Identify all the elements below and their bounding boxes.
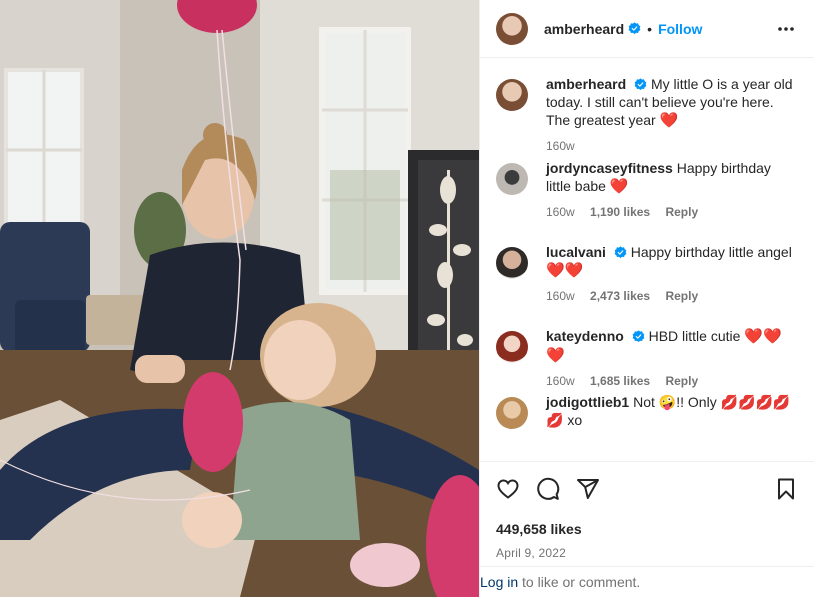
reply-button[interactable]: Reply: [665, 289, 698, 303]
caption-comment: amberheard My little O is a year old tod…: [496, 75, 798, 159]
verified-badge-icon: [614, 246, 627, 259]
login-prompt: Log in to like or comment.: [480, 566, 814, 597]
verified-badge-icon: [632, 330, 645, 343]
reply-button[interactable]: Reply: [665, 374, 698, 388]
comment-time[interactable]: 160w: [546, 374, 575, 388]
commenter-avatar[interactable]: [496, 397, 528, 429]
comment-emoji: ❤️: [659, 112, 679, 129]
comment-text: xo: [567, 412, 583, 428]
comment-body: jodigottlieb1 Not 🤪!! Only 💋💋💋💋💋 xo: [546, 393, 798, 429]
commenter-avatar[interactable]: [496, 247, 528, 279]
comment-body: amberheard My little O is a year old tod…: [546, 75, 798, 154]
comment-time[interactable]: 160w: [546, 139, 575, 153]
post-photo[interactable]: [0, 0, 479, 597]
comment-username[interactable]: kateydenno: [546, 328, 624, 344]
commenter-avatar[interactable]: [496, 331, 528, 363]
comment-text: !! Only: [676, 394, 717, 410]
reply-button[interactable]: Reply: [665, 205, 698, 219]
comments-list[interactable]: amberheard My little O is a year old tod…: [480, 59, 814, 461]
comment-item: lucalvani Happy birthday little angel ❤️…: [496, 243, 798, 327]
comment-meta: 160w: [546, 138, 798, 154]
comment-icon[interactable]: [536, 477, 560, 501]
share-icon[interactable]: [576, 477, 600, 501]
bookmark-icon[interactable]: [774, 477, 798, 501]
comment-time[interactable]: 160w: [546, 289, 575, 303]
separator-dot: •: [647, 20, 653, 37]
comment-body: jordyncaseyfitness Happy birthday little…: [546, 159, 798, 220]
commenter-avatar[interactable]: [496, 163, 528, 195]
comment-likes[interactable]: 2,473 likes: [590, 289, 650, 303]
comment-body: kateydenno HBD little cutie ❤️❤️❤️ 160w …: [546, 327, 798, 389]
comment-item: jordyncaseyfitness Happy birthday little…: [496, 159, 798, 243]
post-side-panel: amberheard • Follow amberheard My little…: [479, 0, 814, 597]
comment-item: kateydenno HBD little cutie ❤️❤️❤️ 160w …: [496, 327, 798, 393]
verified-badge-icon: [634, 78, 647, 91]
login-link[interactable]: Log in: [480, 574, 518, 590]
follow-button[interactable]: Follow: [658, 21, 702, 37]
heart-icon[interactable]: [496, 477, 520, 501]
photo-illustration: [0, 0, 479, 597]
comment-body: lucalvani Happy birthday little angel ❤️…: [546, 243, 798, 304]
comment-meta: 160w 1,685 likes Reply: [546, 373, 798, 389]
comment-likes[interactable]: 1,190 likes: [590, 205, 650, 219]
comment-emoji: ❤️❤️: [546, 262, 584, 279]
author-username[interactable]: amberheard: [544, 21, 624, 37]
comment-username[interactable]: jordyncaseyfitness: [546, 160, 673, 176]
comment-meta: 160w 1,190 likes Reply: [546, 204, 798, 220]
comment-text: HBD little cutie: [648, 328, 741, 344]
post-header: amberheard • Follow: [480, 0, 814, 58]
comment-time[interactable]: 160w: [546, 205, 575, 219]
comment-emoji: 🤪: [658, 394, 677, 410]
author-info: amberheard • Follow: [544, 21, 702, 37]
commenter-avatar[interactable]: [496, 79, 528, 111]
comment-text: Happy birthday little angel: [630, 244, 792, 260]
likes-count[interactable]: 449,658 likes: [496, 520, 798, 538]
action-bar: [496, 462, 798, 516]
post-actions-area: 449,658 likes April 9, 2022: [480, 461, 814, 560]
comment-item: jodigottlieb1 Not 🤪!! Only 💋💋💋💋💋 xo: [496, 393, 798, 453]
comment-username[interactable]: amberheard: [546, 76, 626, 92]
comment-username[interactable]: jodigottlieb1: [546, 394, 629, 410]
comment-likes[interactable]: 1,685 likes: [590, 374, 650, 388]
more-options-icon[interactable]: [774, 17, 798, 41]
comment-text: Not: [633, 394, 655, 410]
comment-username[interactable]: lucalvani: [546, 244, 606, 260]
login-prompt-text: to like or comment.: [518, 574, 641, 590]
author-avatar[interactable]: [496, 12, 528, 45]
comment-meta: 160w 2,473 likes Reply: [546, 288, 798, 304]
verified-badge-icon: [628, 22, 641, 35]
comment-emoji: ❤️: [609, 178, 629, 195]
post-date[interactable]: April 9, 2022: [496, 546, 798, 560]
